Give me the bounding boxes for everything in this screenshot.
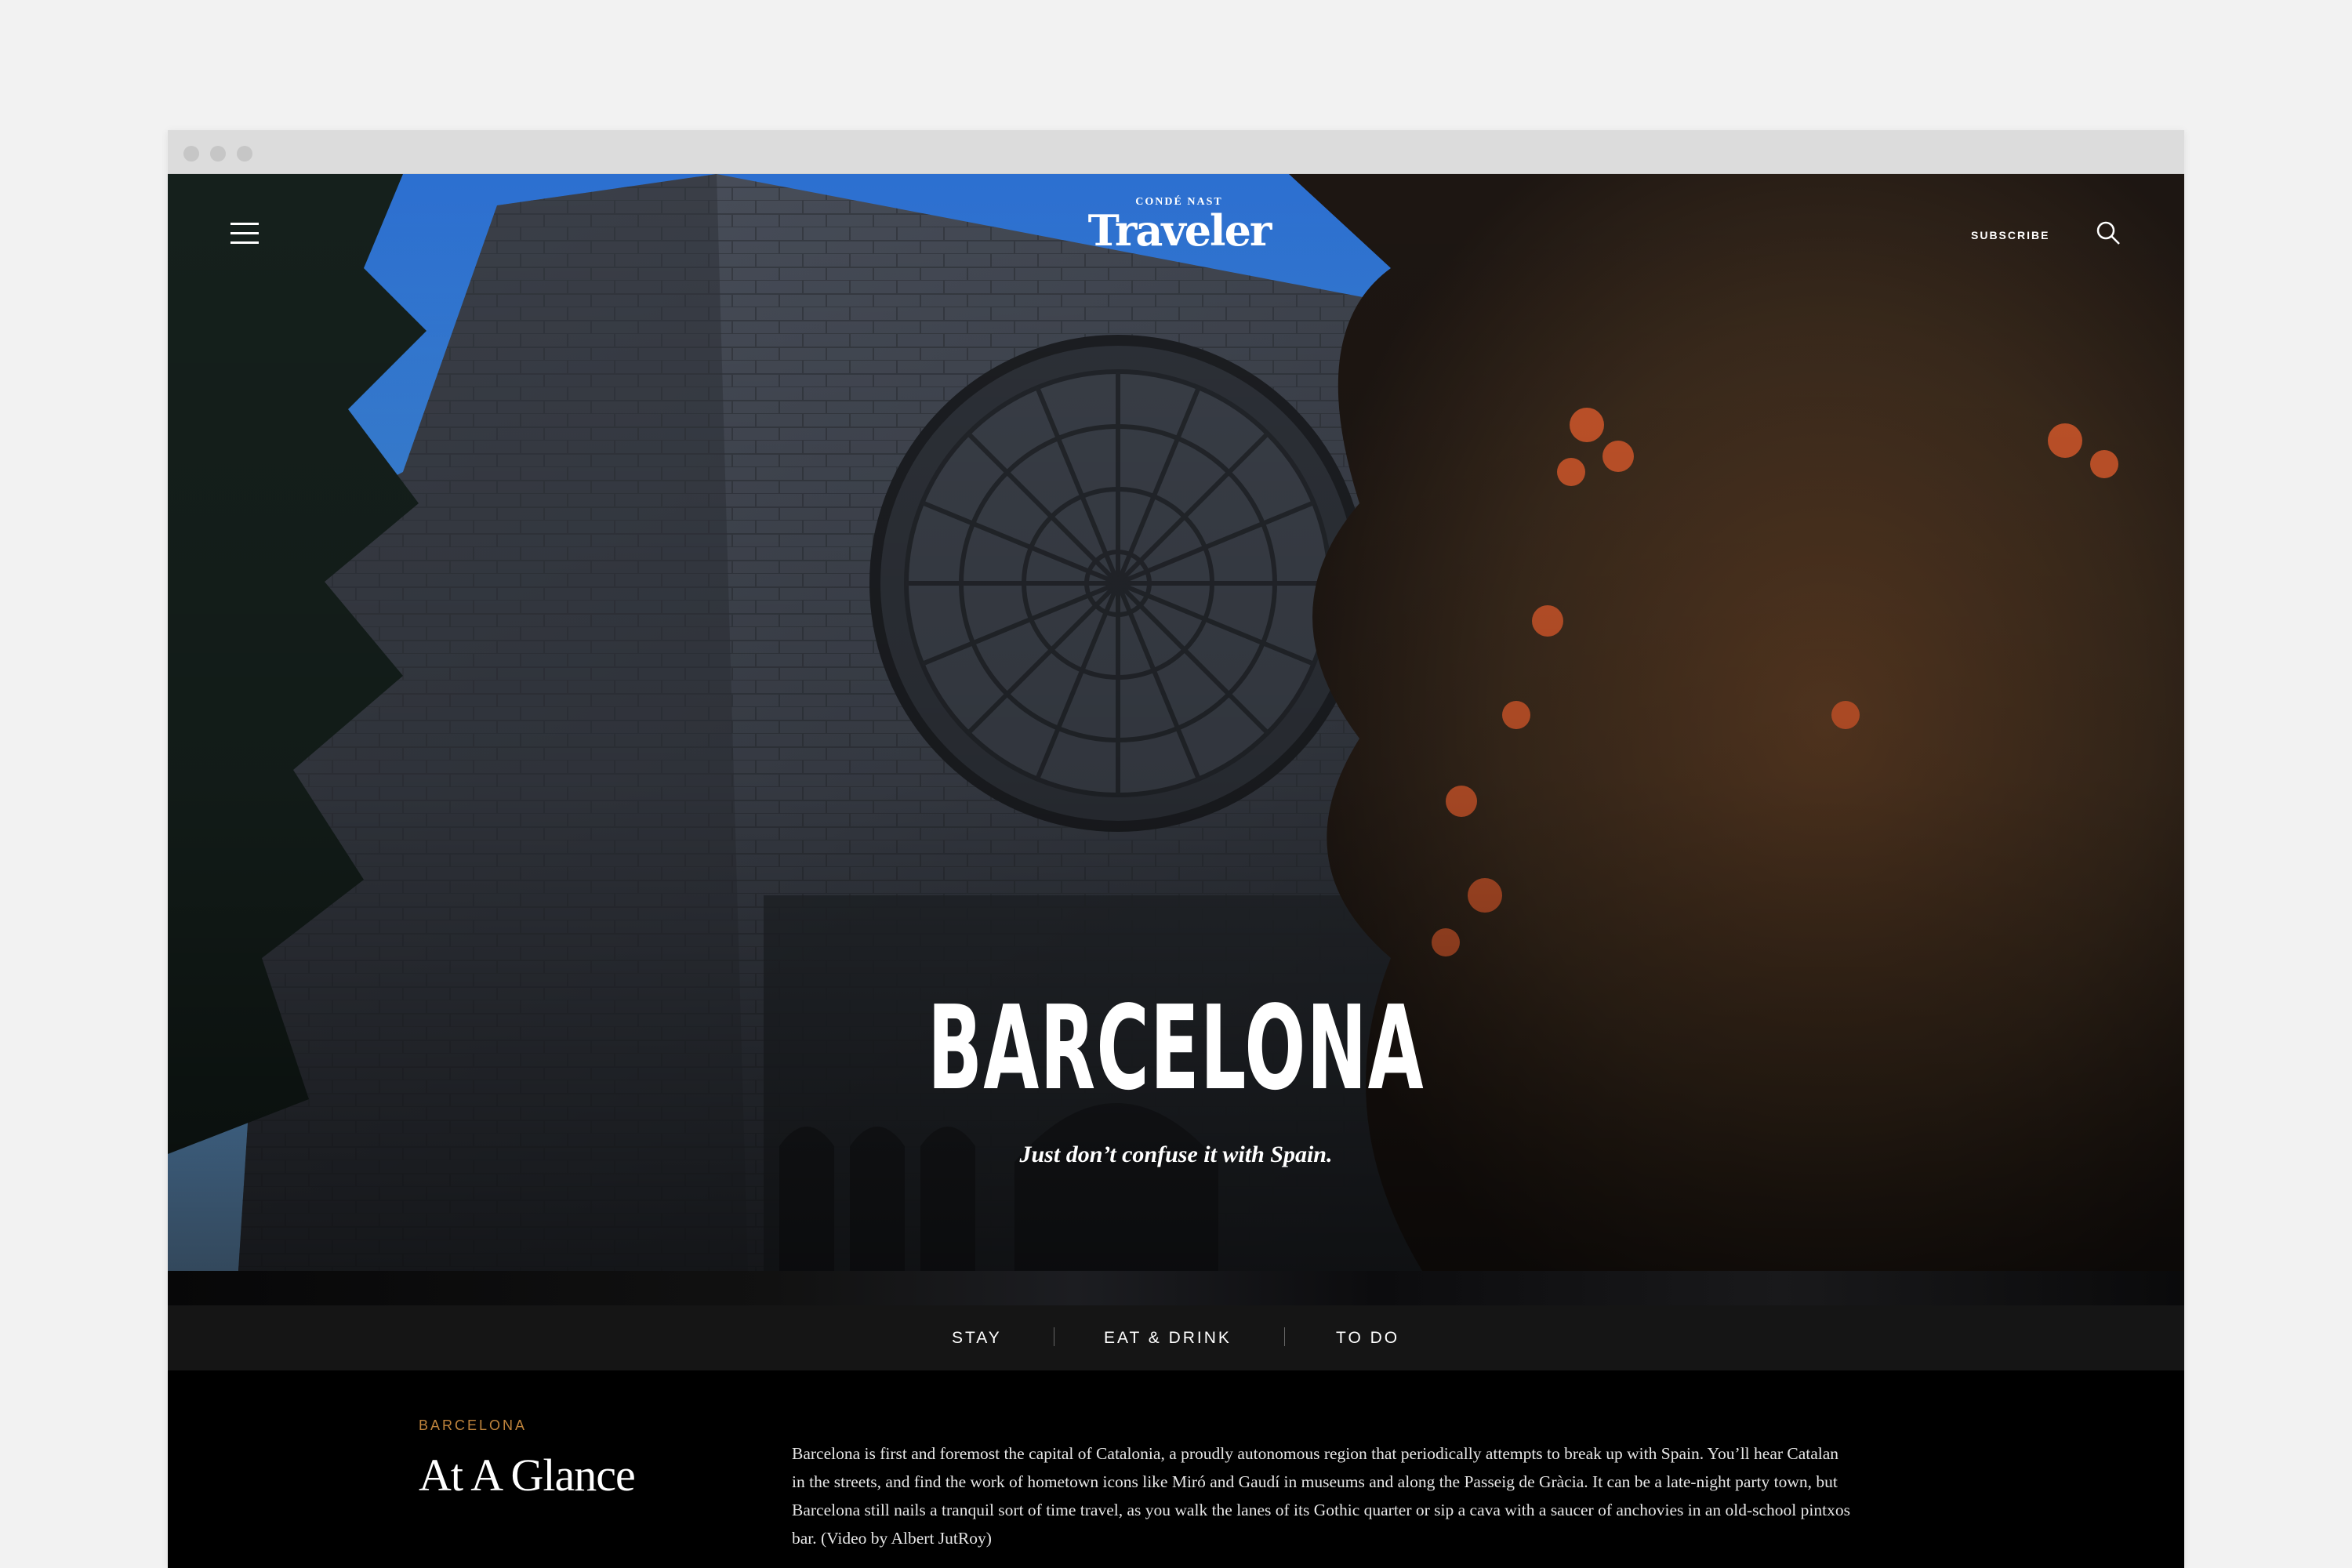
hero-section: CONDÉ NAST Traveler SUBSCRIBE BARCELONA … [168, 174, 2184, 1271]
section-nav: STAY EAT & DRINK TO DO [168, 1305, 2184, 1370]
browser-window: CONDÉ NAST Traveler SUBSCRIBE BARCELONA … [168, 130, 2184, 1568]
nav-item-to-do[interactable]: TO DO [1336, 1329, 1399, 1348]
logo-main-text: Traveler [1087, 205, 1272, 256]
window-maximize-dot[interactable] [237, 146, 252, 162]
hero-tagline: Just don’t confuse it with Spain. [1019, 1142, 1333, 1167]
subscribe-link[interactable]: SUBSCRIBE [1971, 229, 2049, 241]
nav-item-stay[interactable]: STAY [952, 1329, 1002, 1348]
window-minimize-dot[interactable] [210, 146, 226, 162]
video-strip [168, 1271, 2184, 1305]
menu-icon[interactable] [230, 223, 259, 245]
section-title: At A Glance [419, 1450, 636, 1501]
section-kicker: BARCELONA [419, 1417, 528, 1433]
search-icon[interactable] [2095, 220, 2122, 246]
hero-title: BARCELONA [927, 981, 1425, 1116]
site-logo[interactable]: CONDÉ NAST Traveler [1085, 196, 1273, 252]
window-close-dot[interactable] [183, 146, 199, 162]
browser-titlebar [168, 130, 2184, 174]
nav-separator [1284, 1327, 1285, 1346]
body-text: Barcelona is first and foremost the capi… [792, 1444, 1850, 1548]
nav-item-eat-drink[interactable]: EAT & DRINK [1104, 1329, 1232, 1348]
content-section: BARCELONA At A Glance Barcelona is first… [168, 1370, 2184, 1568]
